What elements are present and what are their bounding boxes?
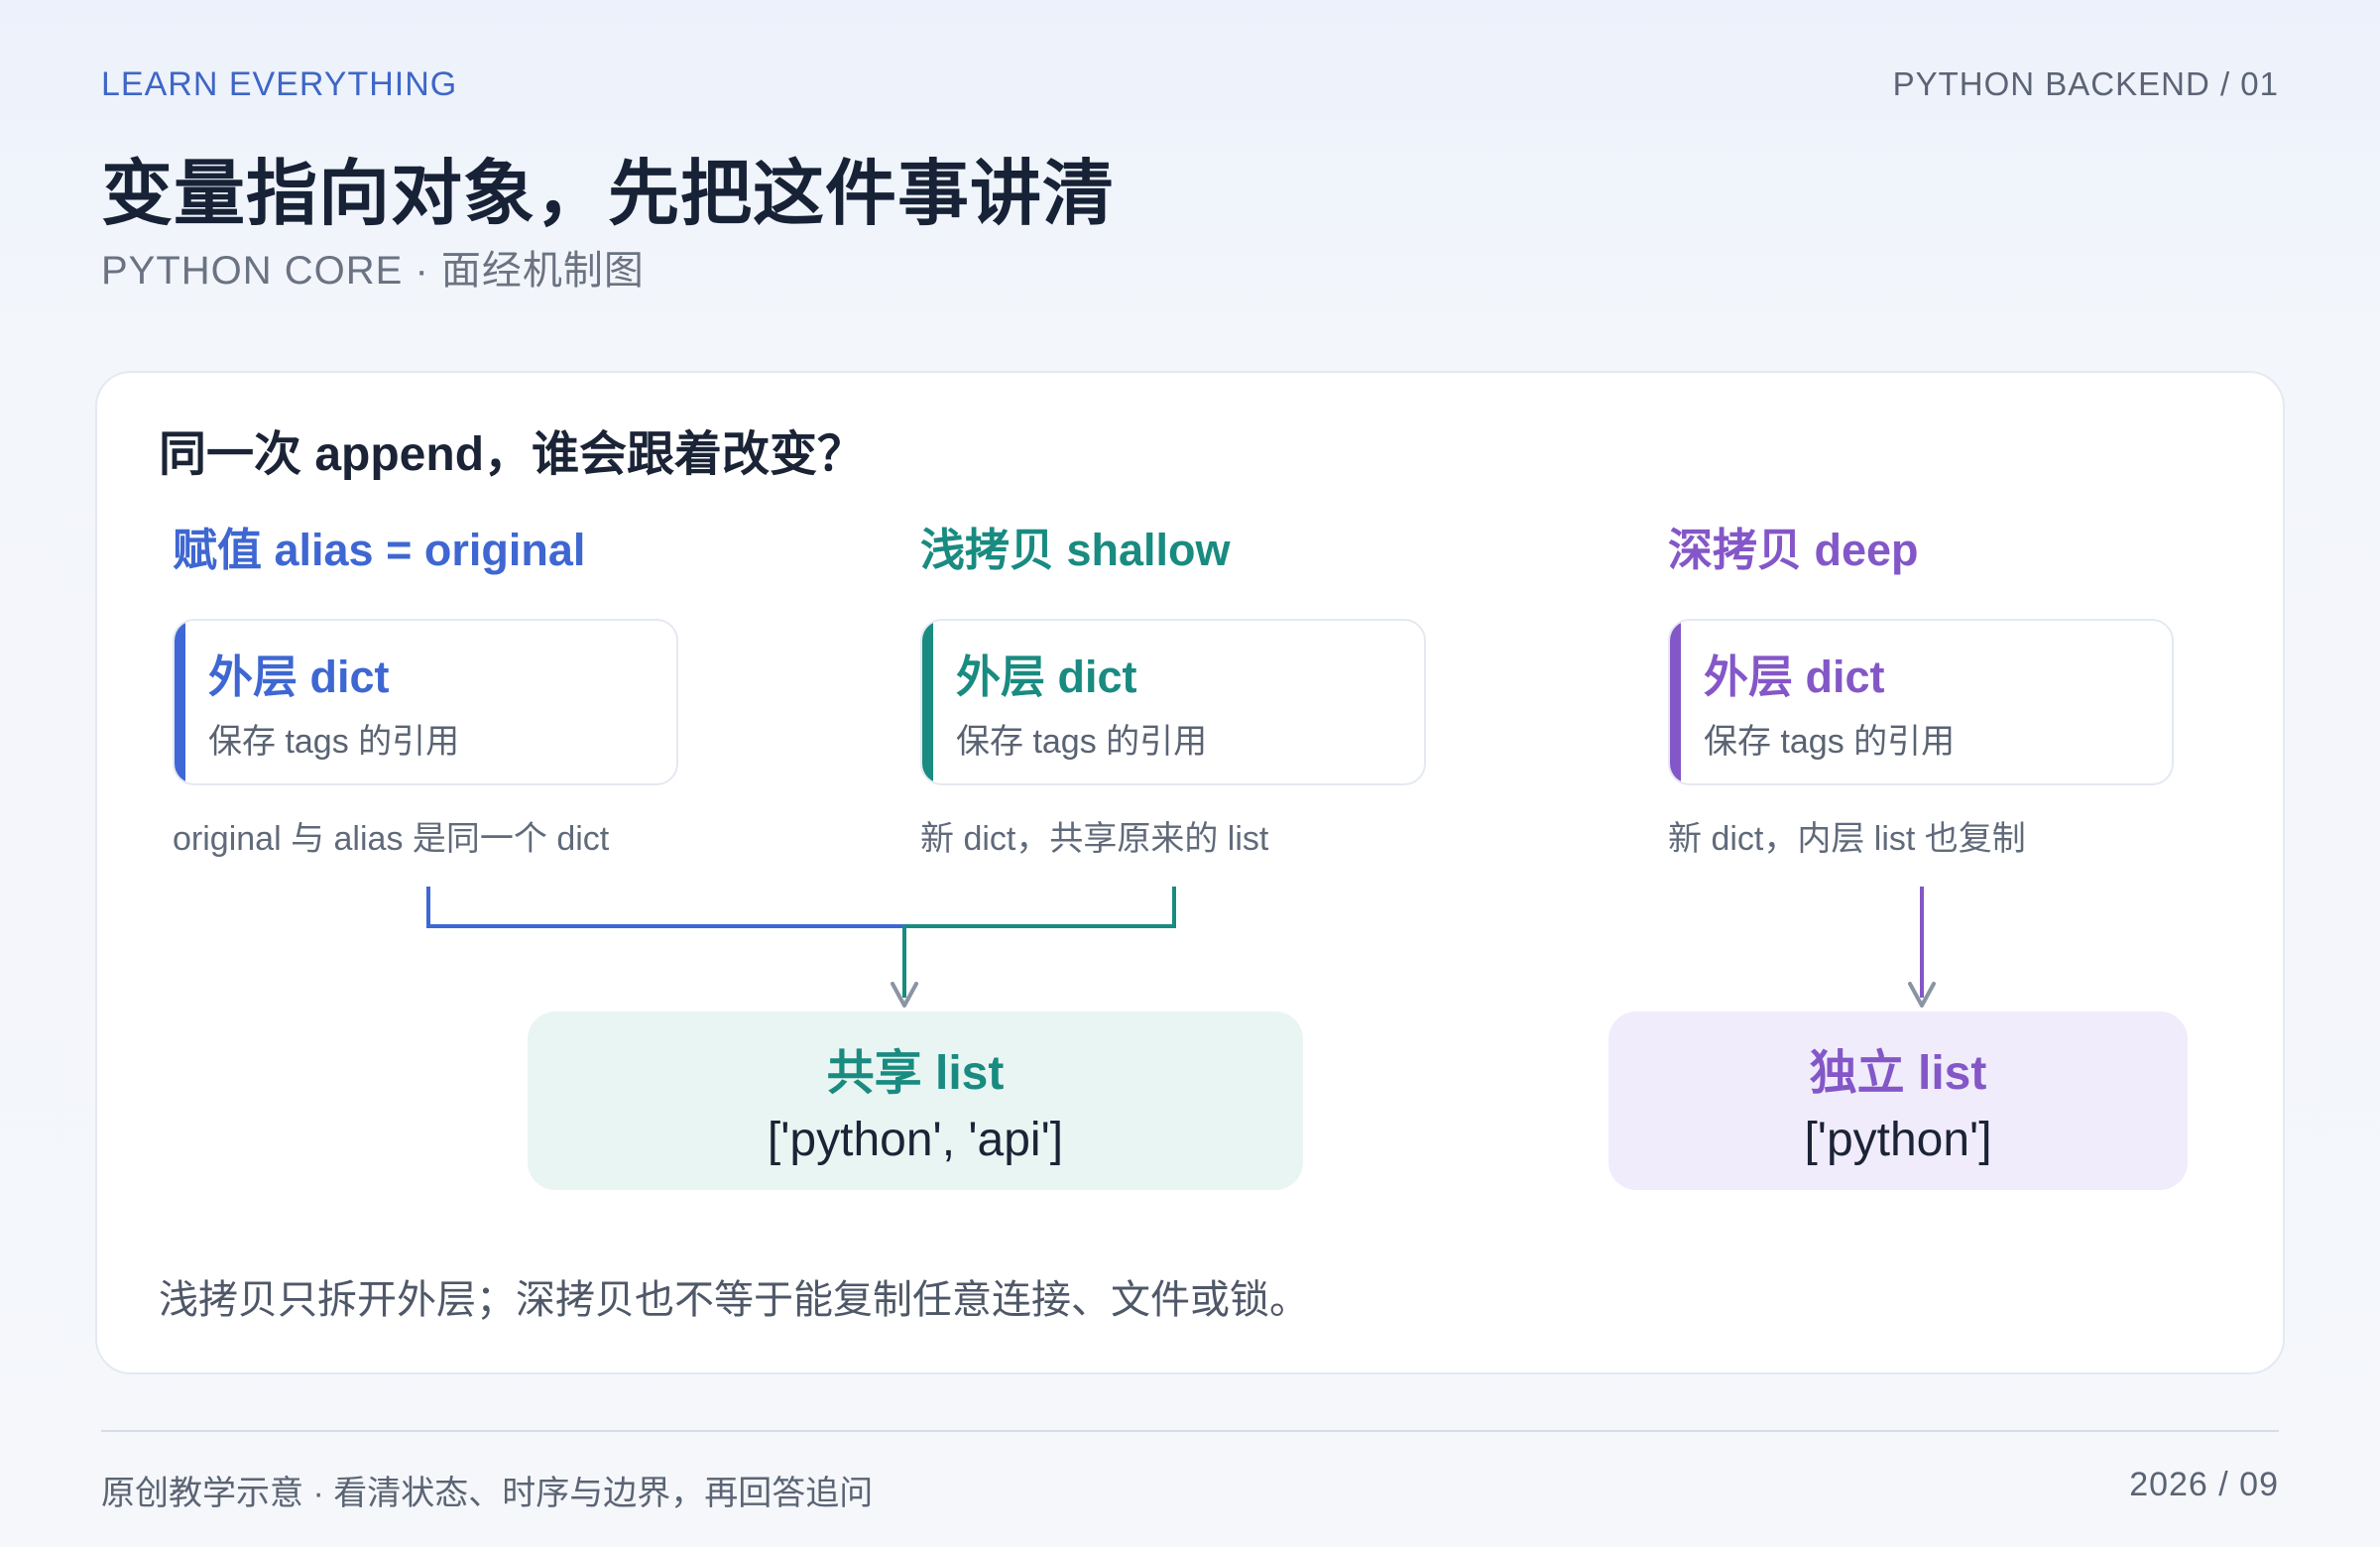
shared-list-title: 共享 list [826, 1047, 1005, 1100]
page-subtitle: PYTHON CORE · 面经机制图 [101, 249, 645, 293]
footer-divider [101, 1430, 2279, 1432]
shared-list-value: ['python', 'api'] [767, 1114, 1064, 1166]
independent-list-box: 独立 list ['python'] [1608, 1012, 2188, 1190]
reference-connectors [426, 887, 1936, 1008]
footer-date: 2026 / 09 [2129, 1466, 2279, 1503]
series-label: PYTHON BACKEND / 01 [1892, 65, 2279, 102]
page-title: 变量指向对象，先把这件事讲清 [101, 155, 1116, 234]
connector-assignment [426, 887, 904, 928]
footer-caption: 原创教学示意 · 看清状态、时序与边界，再回答追问 [101, 1475, 874, 1512]
independent-list-value: ['python'] [1804, 1114, 1992, 1166]
brand-label: LEARN EVERYTHING [101, 65, 458, 103]
independent-list-title: 独立 list [1809, 1047, 1987, 1100]
panel-footnote: 浅拷贝只拆开外层；深拷贝也不等于能复制任意连接、文件或锁。 [159, 1278, 1309, 1322]
connector-shallow [904, 887, 1176, 928]
diagram-panel: 同一次 append，谁会跟着改变？ 赋值 alias = original 浅… [95, 371, 2285, 1374]
shared-list-box: 共享 list ['python', 'api'] [528, 1012, 1303, 1190]
